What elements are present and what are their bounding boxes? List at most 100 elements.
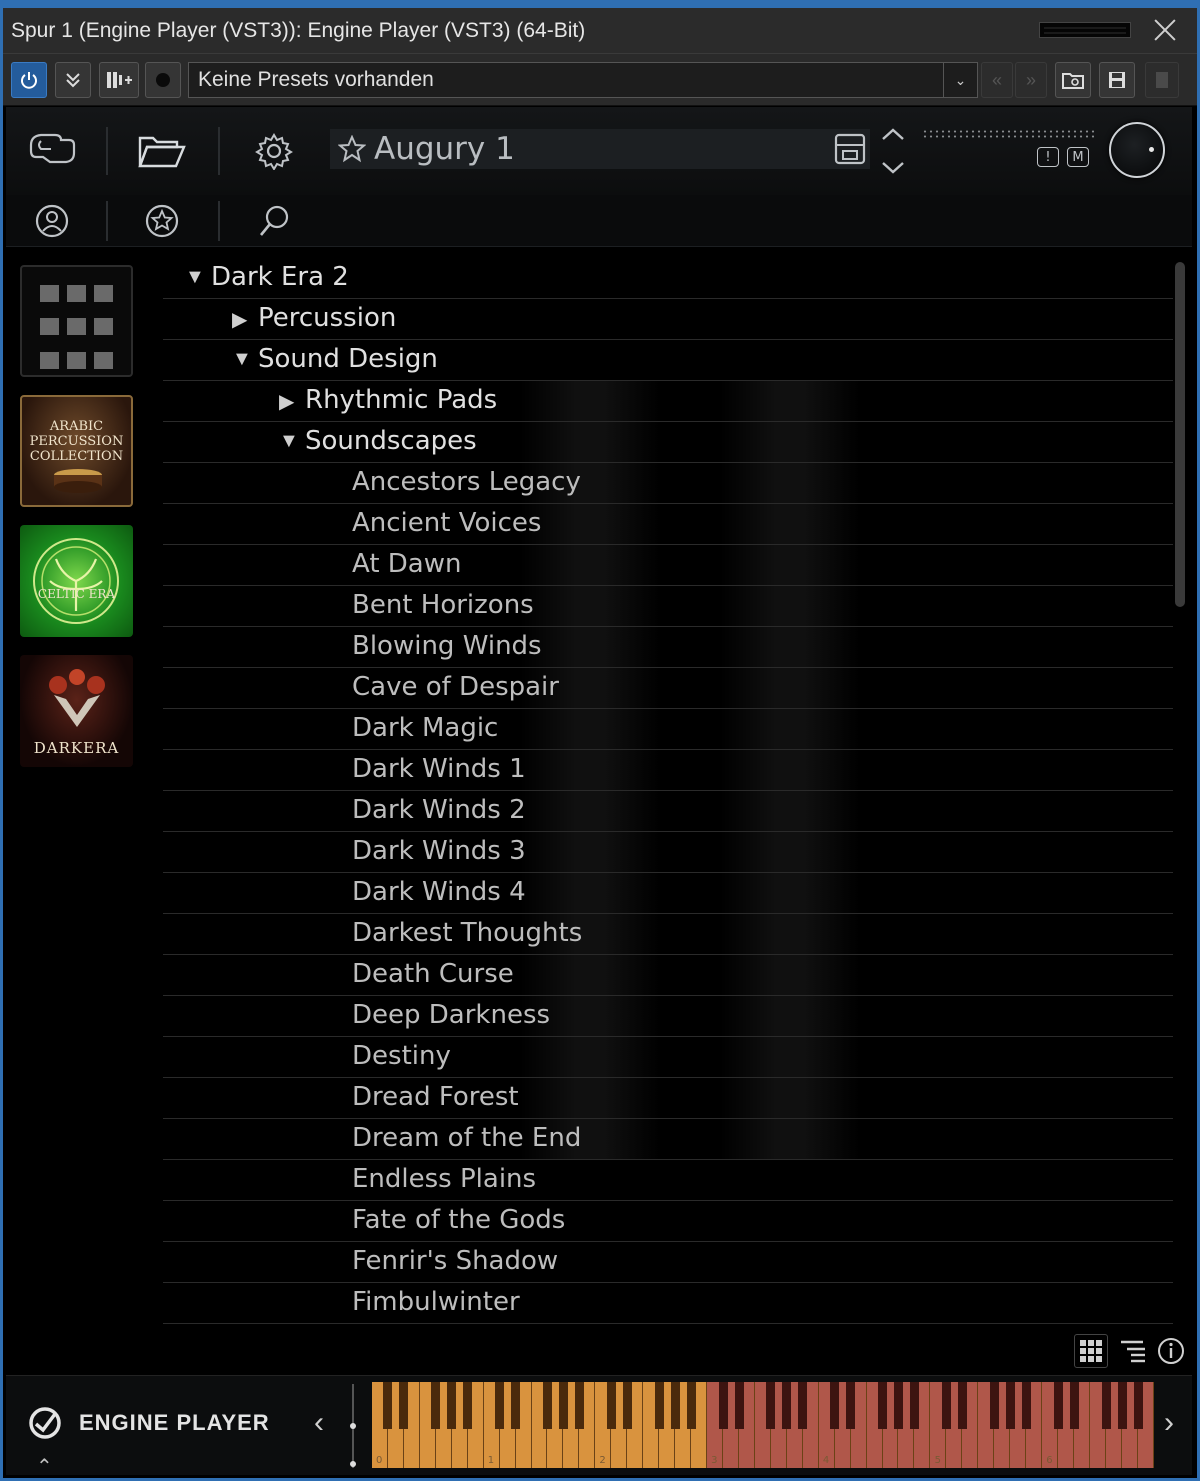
folder-item[interactable]: ▶ Rhythmic Pads [163,381,1173,422]
previous-preset-button[interactable]: « [981,62,1013,98]
keyboard-shift-left-icon[interactable]: ‹ [314,1406,324,1440]
piano-keyboard[interactable]: 0 1 2 3 4 5 6 [372,1382,1154,1468]
library-tile-celtic-era[interactable]: CELTIC ERA [20,525,133,637]
black-key[interactable] [718,1382,728,1430]
keyboard-shift-right-icon[interactable]: › [1164,1406,1174,1440]
keyboard-range-slider[interactable] [346,1384,360,1468]
black-key[interactable] [894,1382,904,1430]
browser-button[interactable] [136,129,188,173]
next-preset-button[interactable]: » [1015,62,1047,98]
black-key[interactable] [1133,1382,1143,1430]
grid-view-button[interactable] [1074,1334,1108,1368]
black-key[interactable] [686,1382,696,1430]
instrument-button[interactable] [26,129,78,173]
black-key[interactable] [957,1382,967,1430]
black-key[interactable] [734,1382,744,1430]
expand-button[interactable] [55,62,91,98]
black-key[interactable] [574,1382,584,1430]
black-key[interactable] [782,1382,792,1430]
black-key[interactable] [543,1382,553,1430]
black-key[interactable] [399,1382,409,1430]
record-button[interactable] [145,62,181,98]
preset-item[interactable]: Dream of the End [163,1119,1173,1160]
black-key[interactable] [942,1382,952,1430]
caret-down-icon[interactable]: ▼ [232,348,252,371]
power-button[interactable] [11,62,47,98]
caret-down-icon[interactable]: ▼ [185,266,205,289]
black-key[interactable] [559,1382,568,1430]
folder-item[interactable]: ▼ Dark Era 2 [163,258,1173,299]
library-tile-arabic-percussion[interactable]: ARABIC PERCUSSION COLLECTION [20,395,133,507]
folder-item[interactable]: ▼ Sound Design [163,340,1173,381]
preset-item[interactable]: Destiny [163,1037,1173,1078]
info-button[interactable] [1154,1334,1188,1368]
preset-item[interactable]: Fenrir's Shadow [163,1242,1173,1283]
library-grid-tile[interactable] [20,265,133,377]
tree-scrollbar[interactable] [1175,262,1185,607]
black-key[interactable] [670,1382,680,1430]
black-key[interactable] [654,1382,664,1430]
black-key[interactable] [910,1382,920,1430]
preset-item[interactable]: Dark Winds 4 [163,873,1173,914]
black-key[interactable] [1053,1382,1063,1430]
black-key[interactable] [1005,1382,1015,1430]
close-icon[interactable] [1151,16,1179,44]
instrument-preset-box[interactable]: Augury 1 [330,129,870,169]
black-key[interactable] [766,1382,776,1430]
black-key[interactable] [830,1382,840,1430]
search-button[interactable] [252,199,296,243]
black-key[interactable] [1069,1382,1079,1430]
instance-button-info[interactable]: ! [1037,147,1059,167]
chevron-up-icon[interactable]: ⌃ [36,1454,53,1479]
black-key[interactable] [511,1382,521,1430]
black-key[interactable] [383,1382,393,1430]
preset-item[interactable]: Ancestors Legacy [163,463,1173,504]
preset-item[interactable]: Death Curse [163,955,1173,996]
favorites-button[interactable] [140,199,184,243]
library-tile-dark-era[interactable]: DARKERA [20,655,133,767]
black-key[interactable] [878,1382,888,1430]
caret-right-icon[interactable]: ▶ [232,307,247,332]
instance-button-midi[interactable]: M [1067,147,1089,167]
preset-item[interactable]: Darkest Thoughts [163,914,1173,955]
tree-view-button[interactable] [1116,1334,1150,1368]
black-key[interactable] [989,1382,999,1430]
preset-item[interactable]: Fimbulwinter [163,1283,1173,1324]
preset-item[interactable]: Bent Horizons [163,586,1173,627]
black-key[interactable] [431,1382,441,1430]
star-outline-icon[interactable] [338,135,366,163]
chevron-down-icon[interactable]: ⌄ [943,63,977,97]
preset-item[interactable]: Dark Magic [163,709,1173,750]
save-icon[interactable] [834,133,866,165]
settings-button[interactable] [252,129,296,173]
preset-item[interactable]: Dread Forest [163,1078,1173,1119]
folder-item[interactable]: ▼ Soundscapes [163,422,1173,463]
folder-item[interactable]: ▶ Percussion [163,299,1173,340]
caret-down-icon[interactable]: ▼ [279,430,299,453]
black-key[interactable] [1101,1382,1111,1430]
preset-item[interactable]: At Dawn [163,545,1173,586]
user-library-button[interactable] [30,199,74,243]
preset-item[interactable]: Dark Winds 2 [163,791,1173,832]
preset-item[interactable]: Dark Winds 1 [163,750,1173,791]
preset-item[interactable]: Blowing Winds [163,627,1173,668]
black-key[interactable] [606,1382,616,1430]
preset-item[interactable]: Deep Darkness [163,996,1173,1037]
preset-stepper[interactable] [878,123,908,179]
caret-right-icon[interactable]: ▶ [279,389,294,414]
routing-button[interactable] [99,62,139,98]
volume-knob[interactable] [1109,122,1165,178]
black-key[interactable] [1117,1382,1127,1430]
save-preset-button[interactable] [1099,62,1135,98]
preset-info-button[interactable] [1145,62,1179,98]
preset-item[interactable]: Dark Winds 3 [163,832,1173,873]
black-key[interactable] [846,1382,856,1430]
load-preset-button[interactable] [1055,62,1091,98]
black-key[interactable] [1021,1382,1031,1430]
preset-item[interactable]: Fate of the Gods [163,1201,1173,1242]
black-key[interactable] [622,1382,632,1430]
preset-selector[interactable]: Keine Presets vorhanden ⌄ [188,62,978,98]
black-key[interactable] [798,1382,808,1430]
preset-item[interactable]: Endless Plains [163,1160,1173,1201]
black-key[interactable] [463,1382,473,1430]
